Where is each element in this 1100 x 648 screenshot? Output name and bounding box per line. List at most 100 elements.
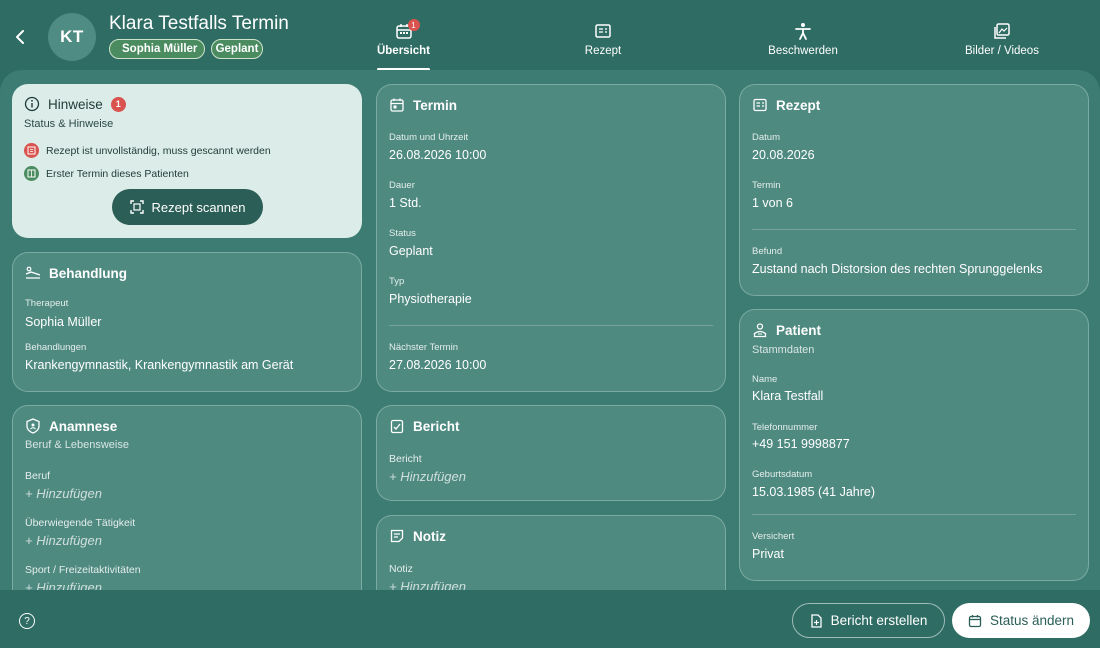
tab-label: Übersicht <box>376 45 431 57</box>
name-value: Klara Testfall <box>752 389 824 403</box>
bericht-label: Bericht <box>389 453 422 465</box>
tab-uebersicht[interactable]: 1 Übersicht <box>374 19 433 72</box>
app-header: KT Klara Testfalls Termin Sophia Müller … <box>0 0 1100 72</box>
first-appointment-icon <box>24 166 39 181</box>
rezept-scannen-button[interactable]: Rezept scannen <box>112 189 263 225</box>
geburtsdatum-value: 15.03.1985 (41 Jahre) <box>752 485 876 499</box>
hinweise-subtitle: Status & Hinweise <box>24 118 114 130</box>
hinweise-header: Hinweise 1 <box>24 96 126 112</box>
notiz-title: Notiz <box>413 528 446 544</box>
bericht-title: Bericht <box>413 418 460 434</box>
divider <box>752 229 1076 230</box>
anamnese-header: Anamnese <box>25 418 117 434</box>
therapist-chip-label: Sophia Müller <box>122 43 198 55</box>
calendar-icon <box>390 98 404 112</box>
help-circle-icon: ? <box>24 615 30 627</box>
status-chip-label: Geplant <box>215 43 259 55</box>
typ-value: Physiotherapie <box>389 292 472 306</box>
add-label: Hinzufügen <box>36 580 102 590</box>
notiz-add-button[interactable]: + Hinzufügen <box>389 579 466 590</box>
dauer-label: Dauer <box>389 180 415 191</box>
behandlung-title: Behandlung <box>49 265 127 281</box>
rezept-termin-label: Termin <box>752 180 781 191</box>
befund-label: Befund <box>752 246 783 257</box>
bericht-header: Bericht <box>389 418 460 434</box>
avatar-initials: KT <box>60 27 84 46</box>
person-icon <box>794 22 812 40</box>
status-aendern-button[interactable]: Status ändern <box>952 603 1090 638</box>
therapeut-value: Sophia Müller <box>25 315 102 329</box>
shield-icon <box>26 418 40 434</box>
telefon-label: Telefonnummer <box>752 422 818 433</box>
tab-beschwerden[interactable]: Beschwerden <box>760 22 846 72</box>
clipboard-check-icon <box>390 419 404 434</box>
befund-value: Zustand nach Distorsion des rechten Spru… <box>752 262 1043 276</box>
telefon-value[interactable]: +49 151 9998877 <box>752 437 850 451</box>
hinweise-title: Hinweise <box>48 96 103 112</box>
therapist-chip[interactable]: Sophia Müller <box>109 39 205 59</box>
notiz-header: Notiz <box>389 528 446 544</box>
behandlung-card: Behandlung Therapeut Sophia Müller Behan… <box>12 252 362 392</box>
anamnese-field-label: Sport / Freizeitaktivitäten <box>25 564 141 576</box>
chevron-left-icon <box>16 30 24 44</box>
notiz-label: Notiz <box>389 563 413 575</box>
add-label: Hinzufügen <box>400 579 466 590</box>
add-label: Hinzufügen <box>36 486 102 501</box>
anamnese-subtitle: Beruf & Lebensweise <box>25 439 129 451</box>
tab-notification-badge: 1 <box>407 19 420 31</box>
hinweise-card: Hinweise 1 Status & Hinweise Rezept ist … <box>12 84 362 238</box>
anamnese-field-label: Beruf <box>25 470 51 482</box>
bericht-erstellen-button[interactable]: Bericht erstellen <box>792 603 945 638</box>
hinweise-count-badge: 1 <box>110 96 126 112</box>
tab-label: Bilder / Videos <box>965 45 1039 57</box>
rezept-datum-label: Datum <box>752 132 780 143</box>
hinweis-text: Rezept ist unvollständig, muss gescannt … <box>46 144 271 157</box>
patient-avatar: KT <box>48 13 96 61</box>
prescription-icon <box>594 22 612 40</box>
calendar-icon: 1 <box>395 19 420 40</box>
anamnese-field-label: Überwiegende Tätigkeit <box>25 517 136 529</box>
document-add-icon <box>810 613 822 628</box>
treatment-icon <box>25 266 41 279</box>
beruf-add-button[interactable]: + Hinzufügen <box>25 486 102 501</box>
patient-header: Patient <box>752 322 821 338</box>
bericht-add-button[interactable]: + Hinzufügen <box>389 469 466 484</box>
behandlungen-value: Krankengymnastik, Krankengymnastik am Ge… <box>25 358 294 372</box>
termin-title: Termin <box>413 97 458 113</box>
add-label: Hinzufügen <box>400 469 466 484</box>
rezept-card: Rezept Datum 20.08.2026 Termin 1 von 6 B… <box>739 84 1089 296</box>
anamnese-title: Anamnese <box>49 418 118 434</box>
status-value: Geplant <box>389 244 433 258</box>
help-button[interactable]: ? <box>19 613 35 629</box>
main-content: Hinweise 1 Status & Hinweise Rezept ist … <box>0 70 1100 590</box>
back-button[interactable] <box>10 26 30 48</box>
patient-card: Patient Stammdaten Name Klara Testfall T… <box>739 309 1089 581</box>
rezept-header: Rezept <box>752 97 820 113</box>
versichert-label: Versichert <box>752 531 795 542</box>
hinweis-item: Erster Termin dieses Patienten <box>24 166 189 181</box>
footer-bar: ? Bericht erstellen Status ändern <box>0 590 1100 648</box>
anamnese-card: Anamnese Beruf & Lebensweise Beruf + Hin… <box>12 405 362 590</box>
status-aendern-label: Status ändern <box>989 613 1075 628</box>
dauer-value: 1 Std. <box>389 196 422 210</box>
note-icon <box>390 529 404 543</box>
naechster-termin-value[interactable]: 27.08.2026 10:00 <box>389 358 486 372</box>
tab-rezept[interactable]: Rezept <box>578 22 628 72</box>
sport-add-button[interactable]: + Hinzufügen <box>25 580 102 590</box>
status-label: Status <box>389 228 416 239</box>
rezept-datum-value: 20.08.2026 <box>752 148 815 162</box>
tab-label: Rezept <box>584 45 622 57</box>
status-chip[interactable]: Geplant <box>211 39 263 59</box>
taetigkeit-add-button[interactable]: + Hinzufügen <box>25 533 102 548</box>
termin-card: Termin Datum und Uhrzeit 26.08.2026 10:0… <box>376 84 726 392</box>
prescription-warning-icon <box>24 143 39 158</box>
add-label: Hinzufügen <box>36 533 102 548</box>
typ-label: Typ <box>389 276 405 287</box>
bericht-card: Bericht Bericht + Hinzufügen <box>376 405 726 501</box>
datum-value: 26.08.2026 10:00 <box>389 148 487 162</box>
bericht-erstellen-label: Bericht erstellen <box>830 613 928 628</box>
geburtsdatum-label: Geburtsdatum <box>752 469 813 480</box>
divider <box>389 325 713 326</box>
calendar-edit-icon <box>968 614 982 627</box>
tab-bilder-videos[interactable]: Bilder / Videos <box>958 22 1046 72</box>
